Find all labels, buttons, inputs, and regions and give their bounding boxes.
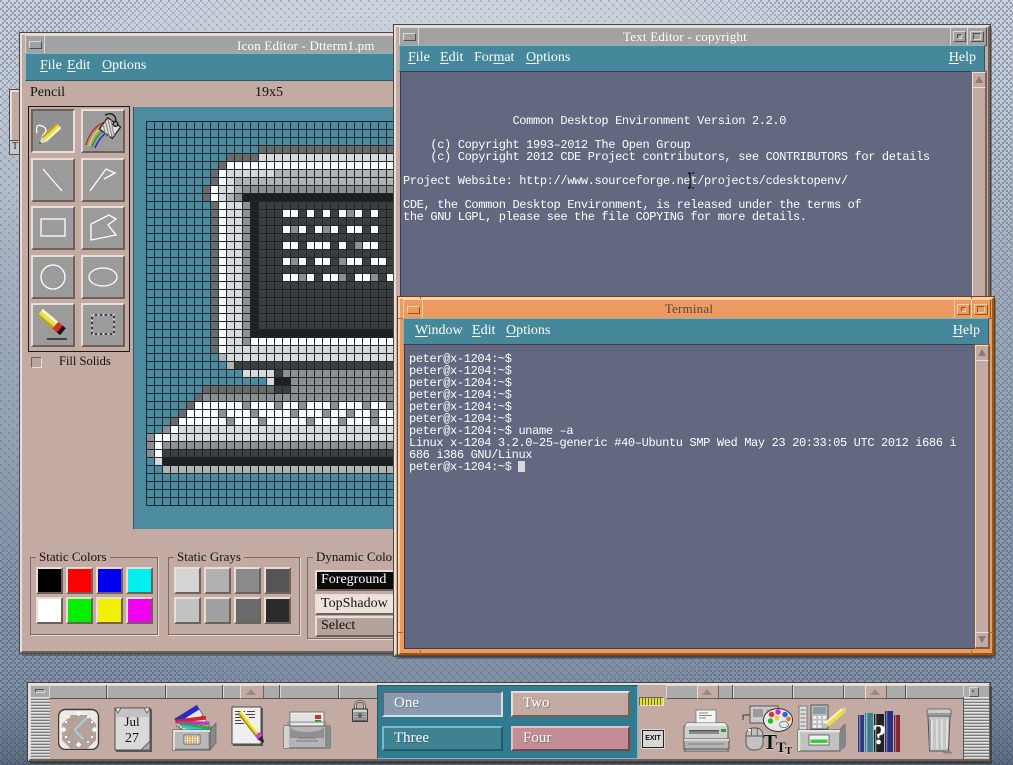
svg-text:T: T	[763, 730, 777, 754]
svg-text:?: ?	[873, 720, 887, 751]
svg-text:27: 27	[125, 731, 139, 746]
svg-text:T: T	[785, 745, 793, 755]
svg-text:Jul: Jul	[124, 714, 140, 729]
